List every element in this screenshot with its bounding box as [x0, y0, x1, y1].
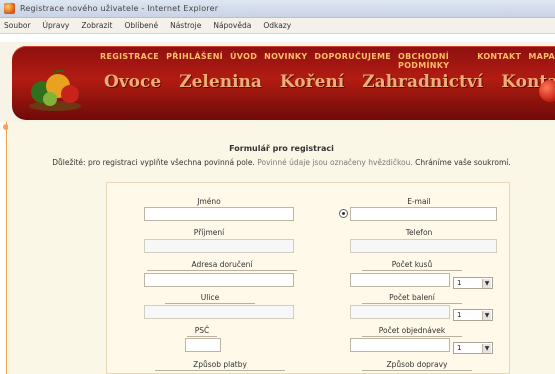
form-note: Důležité: pro registraci vyplňte všechna…	[8, 158, 555, 167]
label-quantity-2: Počet balení	[362, 293, 462, 304]
label-phone: Telefon	[405, 228, 433, 237]
topnav-registration[interactable]: REGISTRACE	[100, 52, 159, 70]
topnav-contact[interactable]: KONTAKT	[477, 52, 521, 70]
label-address: Adresa doručení	[147, 260, 297, 271]
mainnav-vegetables[interactable]: Zelenina	[179, 72, 262, 92]
menu-help[interactable]: Nápověda	[213, 21, 251, 30]
window-titlebar: Registrace nového uživatele - Internet E…	[0, 0, 555, 18]
fruit-icon	[539, 80, 555, 102]
menu-tools[interactable]: Nástroje	[170, 21, 201, 30]
main-content: Formulář pro registraci Důležité: pro re…	[8, 122, 555, 374]
menu-file[interactable]: Soubor	[4, 21, 31, 30]
quantity-3-value: 1	[457, 344, 462, 352]
fruit-basket-logo	[29, 69, 81, 111]
form-note-faded: Povinné údaje jsou označeny hvězdičkou.	[257, 158, 413, 167]
label-street: Ulice	[165, 293, 255, 304]
street-input[interactable]	[144, 305, 294, 319]
quantity-3-input[interactable]	[350, 338, 450, 352]
quantity-2-value: 1	[457, 311, 462, 319]
menu-edit[interactable]: Úpravy	[43, 21, 70, 30]
form-title: Formulář pro registraci	[229, 144, 334, 153]
quantity-3-select[interactable]: 1 ▼	[453, 342, 493, 354]
email-input[interactable]	[350, 207, 497, 221]
radio-icon[interactable]	[339, 209, 348, 218]
first-name-input[interactable]	[144, 207, 294, 221]
label-quantity-3: Počet objednávek	[362, 326, 462, 337]
menu-favorites[interactable]: Oblíbené	[125, 21, 159, 30]
quantity-2-input[interactable]	[350, 305, 450, 319]
label-last-name: Příjmení	[193, 228, 225, 237]
label-email: E-mail	[407, 197, 431, 206]
menu-links[interactable]: Odkazy	[263, 21, 291, 30]
topnav-news[interactable]: NOVINKY	[264, 52, 307, 70]
label-payment: Způsob platby	[155, 360, 285, 371]
topnav-terms[interactable]: OBCHODNÍ PODMÍNKY	[398, 52, 470, 70]
label-delivery: Způsob dopravy	[362, 360, 472, 371]
quantity-1-value: 1	[457, 279, 462, 287]
browser-app-icon	[4, 3, 15, 14]
menu-bar: Soubor Úpravy Zobrazit Oblíbené Nástroje…	[0, 18, 555, 34]
label-first-name: Jméno	[197, 197, 221, 206]
address-input[interactable]	[144, 273, 294, 287]
main-navigation: Ovoce Zelenina Koření Zahradnictví Konta…	[104, 72, 555, 92]
registration-form: Jméno E-mail Příjmení Telefon Adresa dor…	[106, 182, 510, 374]
label-quantity-1: Počet kusů	[362, 260, 462, 271]
topnav-login[interactable]: PŘIHLÁŠENÍ	[166, 52, 223, 70]
quantity-1-select[interactable]: 1 ▼	[453, 277, 493, 289]
chevron-down-icon: ▼	[482, 344, 491, 353]
form-note-main: Důležité: pro registraci vyplňte všechna…	[52, 158, 255, 167]
topnav-map[interactable]: MAPA	[528, 52, 555, 70]
mainnav-gardening[interactable]: Zahradnictví	[362, 72, 483, 92]
form-note-end: Chráníme vaše soukromí.	[415, 158, 511, 167]
quantity-1-input[interactable]	[350, 273, 450, 287]
mainnav-spices[interactable]: Koření	[280, 72, 344, 92]
chevron-down-icon: ▼	[482, 311, 491, 320]
menu-view[interactable]: Zobrazit	[81, 21, 112, 30]
phone-input[interactable]	[350, 239, 497, 253]
top-navigation: REGISTRACE PŘIHLÁŠENÍ ÚVOD NOVINKY DOPOR…	[100, 52, 555, 70]
label-zip: PSČ	[187, 326, 217, 337]
last-name-input[interactable]	[144, 239, 294, 253]
topnav-home[interactable]: ÚVOD	[230, 52, 257, 70]
mainnav-fruit[interactable]: Ovoce	[104, 72, 161, 92]
window-title: Registrace nového uživatele - Internet E…	[20, 4, 219, 13]
chevron-down-icon: ▼	[482, 279, 491, 288]
quantity-2-select[interactable]: 1 ▼	[453, 309, 493, 321]
topnav-recommended[interactable]: DOPORUČUJEME	[314, 52, 391, 70]
site-header: REGISTRACE PŘIHLÁŠENÍ ÚVOD NOVINKY DOPOR…	[0, 34, 555, 122]
left-accent-line	[6, 122, 7, 374]
zip-input[interactable]	[185, 338, 221, 352]
header-banner: REGISTRACE PŘIHLÁŠENÍ ÚVOD NOVINKY DOPOR…	[12, 46, 555, 120]
